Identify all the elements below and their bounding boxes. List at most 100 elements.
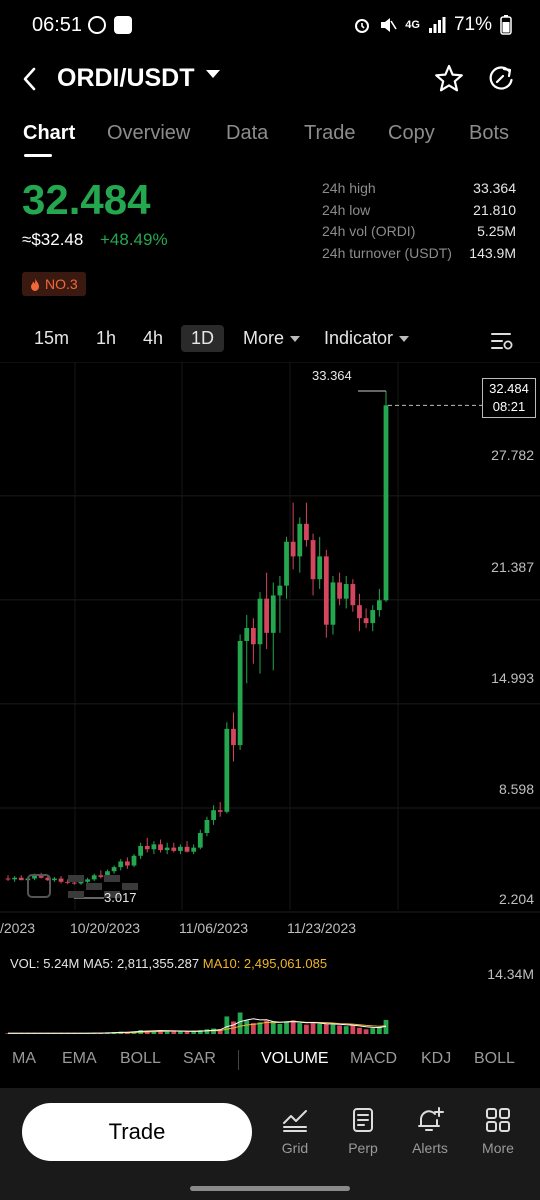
tab-chart[interactable]: Chart xyxy=(23,122,75,145)
bell-plus-icon xyxy=(418,1107,444,1131)
volume-bar xyxy=(304,1024,309,1034)
nav-grid[interactable]: Grid xyxy=(265,1106,325,1156)
tab-bots[interactable]: Bots xyxy=(469,122,509,145)
back-arrow-icon[interactable] xyxy=(18,62,42,96)
candle-body xyxy=(270,595,276,633)
candle-body xyxy=(91,875,97,880)
volume-bar xyxy=(323,1023,329,1034)
refresh-share-icon[interactable] xyxy=(484,62,518,96)
nav-alerts[interactable]: Alerts xyxy=(400,1106,460,1156)
volume-bar xyxy=(191,1031,197,1034)
header: ORDI/USDT xyxy=(0,56,540,102)
more-label: More xyxy=(243,328,285,348)
interval-1h[interactable]: 1h xyxy=(96,328,116,349)
indicator-boll[interactable]: BOLL xyxy=(120,1050,161,1068)
indicator-ma[interactable]: MA xyxy=(12,1050,36,1068)
indicator-label: Indicator xyxy=(324,328,394,348)
interval-4h[interactable]: 4h xyxy=(143,328,163,349)
tab-data[interactable]: Data xyxy=(226,122,268,145)
y-tick-label: 21.387 xyxy=(491,559,534,575)
volume-bar xyxy=(270,1021,276,1034)
volume-bar xyxy=(244,1020,250,1034)
okx-watermark-icon xyxy=(86,883,102,890)
more-intervals-dropdown[interactable]: More xyxy=(243,328,301,349)
indicator-ema[interactable]: EMA xyxy=(62,1050,97,1068)
y-tick-label: 8.598 xyxy=(498,781,534,797)
candle-body xyxy=(244,627,250,641)
interval-1d[interactable]: 1D xyxy=(181,325,225,352)
candle-body xyxy=(284,541,289,586)
tab-copy[interactable]: Copy xyxy=(388,122,435,145)
tab-overview[interactable]: Overview xyxy=(107,122,190,145)
chart-high-label: 33.364 xyxy=(312,368,352,383)
mute-icon xyxy=(381,18,397,32)
nav-more[interactable]: More xyxy=(468,1106,528,1156)
y-tick-label: 27.782 xyxy=(491,447,534,463)
candle-body xyxy=(224,728,230,812)
whatsapp-icon xyxy=(88,16,106,34)
indicator-dropdown[interactable]: Indicator xyxy=(324,328,410,349)
chart-low-label: 3.017 xyxy=(104,890,137,905)
vol-value: VOL: 5.24M xyxy=(10,956,80,971)
indicator-sar[interactable]: SAR xyxy=(183,1050,216,1068)
alarm-icon xyxy=(355,19,370,33)
chart-settings-icon[interactable] xyxy=(490,330,514,352)
trade-button[interactable]: Trade xyxy=(22,1103,252,1161)
stat-label-turnover: 24h turnover (USDT) xyxy=(322,245,452,261)
indicator-volume[interactable]: VOLUME xyxy=(261,1050,329,1068)
okx-watermark-icon xyxy=(122,883,138,890)
volume-bar xyxy=(343,1026,349,1034)
candle-body xyxy=(58,878,64,882)
indicator-kdj[interactable]: KDJ xyxy=(421,1050,451,1068)
candle-body xyxy=(131,855,137,866)
status-time: 06:51 xyxy=(32,14,83,36)
candle-body xyxy=(376,600,382,611)
candle-body xyxy=(357,605,362,619)
indicator-boll-sub[interactable]: BOLL xyxy=(474,1050,515,1068)
candle-body xyxy=(343,584,349,599)
volume-bar xyxy=(211,1028,216,1034)
interval-15m[interactable]: 15m xyxy=(34,328,69,349)
candle-body xyxy=(71,882,77,884)
chevron-down-icon[interactable] xyxy=(206,70,220,78)
candle-body xyxy=(138,845,144,856)
calendar-check-icon xyxy=(114,16,132,34)
current-price-value: 32.484 xyxy=(489,381,529,396)
last-price: 32.484 xyxy=(22,176,151,223)
rank-label: NO.3 xyxy=(45,276,78,292)
candle-body xyxy=(111,867,117,872)
divider xyxy=(238,1050,239,1070)
candle-body xyxy=(178,846,183,851)
pair-title[interactable]: ORDI/USDT xyxy=(57,64,195,93)
tab-trade[interactable]: Trade xyxy=(304,122,356,145)
home-indicator xyxy=(190,1186,350,1191)
okx-watermark-icon xyxy=(68,875,84,882)
candle-body xyxy=(304,523,309,541)
candle-body xyxy=(383,405,389,601)
candle-body xyxy=(197,832,203,848)
nav-perp[interactable]: Perp xyxy=(333,1106,393,1156)
candle-body xyxy=(184,846,190,852)
grid-chart-icon xyxy=(283,1110,307,1132)
indicator-macd[interactable]: MACD xyxy=(350,1050,397,1068)
candle-body xyxy=(250,627,256,645)
candlestick-chart[interactable] xyxy=(0,362,540,942)
stat-label-high: 24h high xyxy=(322,180,376,196)
stat-label-low: 24h low xyxy=(322,202,371,218)
tab-bar: Chart Overview Data Trade Copy Bots xyxy=(0,116,540,160)
volume-bar xyxy=(237,1012,243,1034)
ma10-value: MA10: 2,495,061.085 xyxy=(202,956,328,971)
rank-badge[interactable]: NO.3 xyxy=(22,272,86,296)
volume-bar xyxy=(370,1028,376,1034)
volume-chart[interactable] xyxy=(0,978,540,1034)
fiat-price: ≈$32.48 xyxy=(22,230,84,249)
star-icon[interactable] xyxy=(432,62,466,96)
candle-body xyxy=(118,861,124,868)
y-tick-label: 14.993 xyxy=(491,670,534,686)
volume-bar xyxy=(290,1020,296,1034)
signal-icon xyxy=(428,17,446,33)
candle-body xyxy=(310,540,316,580)
volume-bar xyxy=(376,1026,382,1034)
candle-body xyxy=(264,598,270,633)
candle-body xyxy=(277,585,283,596)
